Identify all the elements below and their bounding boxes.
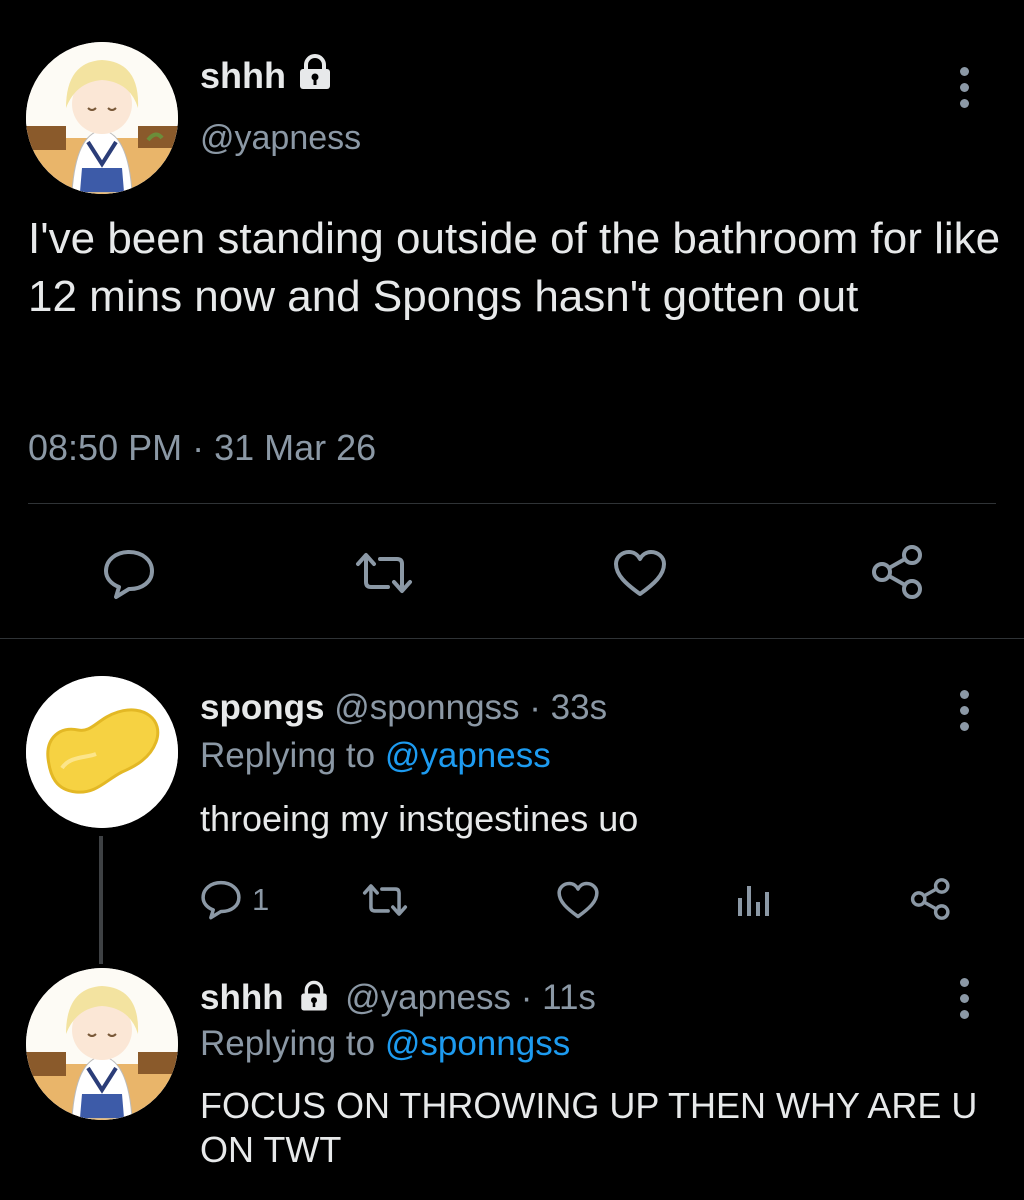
reply-header: spongs @sponngss · 33s [200,686,607,730]
reply-text: throeing my instgestines uo [200,798,639,839]
tweet-text: I've been standing outside of the bathro… [28,214,1001,321]
section-divider [0,638,1024,639]
lock-icon [301,980,328,1011]
more-options-icon[interactable] [958,978,970,1019]
share-icon[interactable] [868,542,928,602]
thread-line [99,836,103,964]
sponge-avatar-image [26,676,178,828]
display-name-text: shhh [200,55,286,96]
main-display-name[interactable]: shhh [200,54,286,98]
reply-display-name[interactable]: spongs [200,688,324,727]
lock-icon [300,54,330,89]
reply-age: · 33s [529,688,608,727]
reply-handle[interactable]: @yapness [345,978,511,1017]
reply-display-name[interactable]: shhh [200,978,284,1017]
reply-header: shhh @yapness · 11s [200,976,596,1020]
replying-to-label: Replying to [200,1024,376,1063]
reply-count: 1 [252,882,270,917]
divider [28,503,996,504]
replying-to-line: Replying to @sponngss [200,1022,570,1066]
analytics-icon[interactable] [736,880,772,918]
anime-girl-avatar-image [26,968,178,1120]
reply-icon[interactable] [102,546,156,600]
main-handle[interactable]: @yapness [200,116,361,160]
share-icon[interactable] [908,876,954,922]
reply-handle[interactable]: @sponngss [334,688,519,727]
reply-text: FOCUS ON THROWING UP THEN WHY ARE U ON T… [200,1085,978,1170]
replying-to-line: Replying to @yapness [200,734,551,778]
replying-to-handle[interactable]: @sponngss [385,1024,570,1063]
anime-girl-avatar-image [26,42,178,194]
tweet-timestamp[interactable]: 08:50 PM · 31 Mar 26 [28,424,376,472]
avatar-shhh[interactable] [26,968,178,1120]
more-options-icon[interactable] [958,67,970,108]
more-options-icon[interactable] [958,690,970,731]
reply-icon[interactable] [200,878,242,920]
like-icon[interactable] [612,548,668,598]
avatar-spongs[interactable] [26,676,178,828]
avatar-shhh[interactable] [26,42,178,194]
retweet-icon[interactable] [352,550,416,596]
reply-age: · 11s [520,978,596,1017]
replying-to-label: Replying to [200,736,376,775]
retweet-icon[interactable] [360,882,410,918]
replying-to-handle[interactable]: @yapness [385,736,551,775]
like-icon[interactable] [556,880,600,920]
